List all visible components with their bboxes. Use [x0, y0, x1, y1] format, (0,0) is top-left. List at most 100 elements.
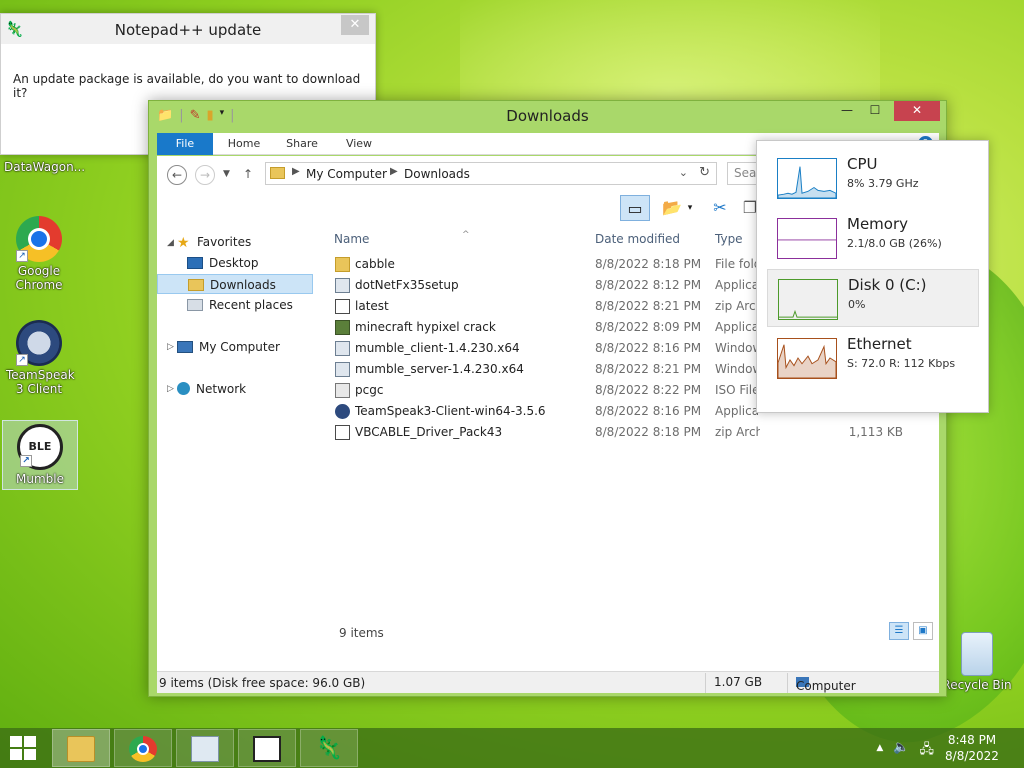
file-date: 8/8/2022 8:18 PM — [595, 257, 702, 271]
minimize-button[interactable]: — — [834, 101, 860, 121]
dialog-titlebar[interactable]: 🦎 Notepad++ update ✕ — [1, 14, 375, 44]
file-name: dotNetFx35setup — [355, 278, 459, 292]
downloads-folder-icon — [188, 279, 204, 291]
folder-options-dropdown-icon[interactable]: ▾ — [683, 195, 697, 221]
address-dropdown-icon[interactable]: ⌄ — [679, 166, 688, 179]
file-date: 8/8/2022 8:22 PM — [595, 383, 702, 397]
nav-desktop[interactable]: Desktop — [187, 253, 259, 273]
taskbar-file-explorer[interactable] — [52, 729, 110, 767]
shortcut-arrow-icon: ↗ — [16, 250, 28, 262]
file-type: zip Archive — [715, 425, 760, 439]
perf-item-disk[interactable]: Disk 0 (C:) 0% — [767, 269, 979, 327]
file-date: 8/8/2022 8:21 PM — [595, 299, 702, 313]
perf-value: S: 72.0 R: 112 Kbps — [847, 357, 956, 370]
cut-icon[interactable]: ✂ — [705, 195, 735, 221]
status-size: 1.07 GB — [705, 673, 762, 693]
nav-network[interactable]: Network — [177, 379, 246, 399]
desktop-icon-mumble[interactable]: BLE ↗ Mumble — [2, 420, 78, 490]
dialog-close-button[interactable]: ✕ — [341, 15, 369, 35]
desktop-icon-label: Mumble — [16, 472, 64, 486]
iso-icon — [335, 383, 350, 398]
perf-item-memory[interactable]: Memory 2.1/8.0 GB (26%) — [767, 209, 979, 267]
forward-button[interactable]: → — [195, 165, 215, 185]
nav-label: Downloads — [210, 278, 276, 292]
refresh-icon[interactable]: ↻ — [699, 165, 710, 180]
recent-places-icon — [187, 299, 203, 311]
taskbar: 🦎 ▲ 🔈 🖧 8:48 PM 8/8/2022 — [0, 728, 1024, 768]
nav-downloads[interactable]: Downloads — [157, 274, 313, 294]
clock-time: 8:48 PM — [947, 733, 997, 747]
taskbar-chrome[interactable] — [114, 729, 172, 767]
file-row[interactable]: VBCABLE_Driver_Pack43 8/8/2022 8:18 PM zip… — [325, 422, 939, 443]
breadcrumb-separator-icon[interactable]: ▶ — [390, 166, 398, 177]
show-hidden-icons-icon[interactable]: ▲ — [876, 740, 883, 762]
column-header-date[interactable]: Date modified — [595, 232, 680, 246]
preview-pane-icon[interactable]: ▭ — [620, 195, 650, 221]
chrome-icon: ↗ — [16, 216, 62, 262]
start-button[interactable] — [10, 736, 38, 762]
volume-icon[interactable]: 🔈 — [893, 740, 909, 762]
perf-item-cpu[interactable]: CPU 8% 3.79 GHz — [767, 149, 979, 207]
nav-recent-places[interactable]: Recent places — [187, 295, 293, 315]
perf-graph — [777, 338, 837, 379]
desktop-icon-label: Recycle Bin — [942, 678, 1012, 692]
tab-share[interactable]: Share — [281, 133, 323, 155]
network-status-icon[interactable]: 🖧 — [920, 740, 935, 762]
back-button[interactable]: ← — [167, 165, 187, 185]
nav-favorites[interactable]: ★ Favorites — [177, 232, 251, 252]
taskbar-notepad-plus-plus[interactable]: 🦎 — [300, 729, 358, 767]
recent-locations-icon[interactable]: ▼ — [223, 169, 230, 179]
tab-file[interactable]: File — [157, 133, 213, 155]
desktop-icon-label: TeamSpeak 3 Client — [6, 368, 75, 396]
breadcrumb-my-computer[interactable]: My Computer — [306, 167, 387, 181]
perf-graph — [777, 158, 837, 199]
zip-icon — [335, 425, 350, 440]
tab-view[interactable]: View — [341, 133, 377, 155]
perf-value: 8% 3.79 GHz — [847, 177, 919, 190]
file-type: Windows Installer — [715, 362, 760, 376]
maximize-button[interactable]: ☐ — [862, 101, 888, 121]
item-count: 9 items — [339, 626, 384, 640]
notepad-plus-plus-icon: 🦎 — [315, 736, 343, 761]
desktop-icon-teamspeak[interactable]: ↗ TeamSpeak 3 Client — [6, 320, 75, 396]
breadcrumb-separator-icon[interactable]: ▶ — [292, 166, 300, 177]
close-button[interactable]: ✕ — [894, 101, 940, 121]
file-date: 8/8/2022 8:12 PM — [595, 278, 702, 292]
file-date: 8/8/2022 8:16 PM — [595, 404, 702, 418]
network-icon — [177, 382, 190, 395]
perf-name: Disk 0 (C:) — [848, 276, 927, 294]
nav-label: Recent places — [209, 298, 293, 312]
taskbar-mumble[interactable] — [238, 729, 296, 767]
nav-label: Desktop — [209, 256, 259, 270]
desktop-icon-label: Google Chrome — [15, 264, 63, 292]
shortcut-arrow-icon: ↗ — [20, 455, 32, 467]
large-icons-view-icon[interactable]: ▣ — [913, 622, 933, 640]
desktop-icon-chrome[interactable]: ↗ Google Chrome — [6, 216, 72, 292]
mumble-icon: BLE ↗ — [17, 424, 63, 470]
file-type: Application — [715, 320, 760, 334]
nav-label: My Computer — [199, 340, 280, 354]
details-view-icon[interactable]: ☰ — [889, 622, 909, 640]
teamspeak-icon — [335, 404, 350, 419]
expand-arrow-icon[interactable]: ▷ — [167, 384, 174, 394]
teamspeak-icon: ↗ — [16, 320, 62, 366]
clock[interactable]: 8:48 PM 8/8/2022 — [942, 732, 1002, 764]
column-header-name[interactable]: Name ^ — [334, 230, 470, 246]
expand-arrow-icon[interactable]: ▷ — [167, 342, 174, 352]
column-header-type[interactable]: Type — [715, 232, 743, 246]
perf-name: Ethernet — [847, 335, 912, 353]
collapse-arrow-icon[interactable]: ◢ — [167, 238, 174, 248]
file-name: cabble — [355, 257, 395, 271]
desktop-icon-recycle-bin[interactable]: Recycle Bin — [942, 632, 1012, 692]
file-type: zip Archive — [715, 299, 760, 313]
perf-item-ethernet[interactable]: Ethernet S: 72.0 R: 112 Kbps — [767, 329, 979, 387]
breadcrumb-downloads[interactable]: Downloads — [404, 167, 470, 181]
up-button[interactable]: ↑ — [243, 167, 253, 181]
address-bar[interactable]: ▶ My Computer ▶ Downloads ⌄ ↻ — [265, 162, 717, 185]
minecraft-icon — [335, 320, 350, 335]
desktop-icon-datawagon[interactable]: DataWagon... — [4, 160, 85, 174]
taskbar-performance-monitor[interactable] — [176, 729, 234, 767]
tab-home[interactable]: Home — [223, 133, 265, 155]
nav-my-computer[interactable]: My Computer — [177, 337, 280, 357]
file-date: 8/8/2022 8:21 PM — [595, 362, 702, 376]
